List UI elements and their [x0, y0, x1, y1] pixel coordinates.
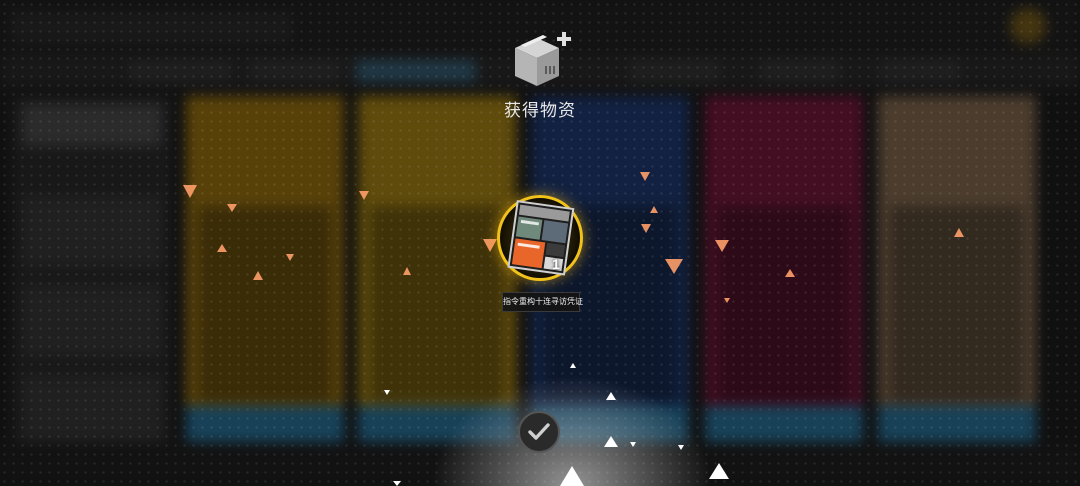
reward-screen: 获得物资 1 指令重构十连寻访凭证	[0, 0, 1080, 486]
particle	[954, 228, 964, 237]
particle	[665, 259, 683, 274]
particle	[709, 463, 729, 479]
particle	[483, 239, 497, 252]
particle	[606, 392, 616, 400]
particle	[393, 481, 401, 486]
particle	[724, 298, 730, 303]
confirm-button[interactable]	[518, 411, 560, 453]
voucher-magazine-icon	[507, 200, 575, 276]
particle	[384, 390, 390, 395]
particle	[217, 244, 227, 252]
particle	[286, 254, 294, 261]
checkmark-icon	[528, 423, 550, 440]
particle	[715, 240, 729, 252]
particle	[678, 445, 684, 450]
particle	[560, 466, 584, 486]
item-name-label: 指令重构十连寻访凭证	[502, 292, 583, 312]
particle	[403, 267, 411, 275]
reward-title: 获得物资	[504, 101, 576, 120]
particle	[183, 185, 197, 198]
particle	[640, 172, 650, 181]
particle	[641, 224, 651, 233]
particle	[570, 363, 576, 368]
item-quantity: 1	[552, 256, 560, 272]
particle	[785, 269, 795, 277]
particle	[604, 436, 618, 447]
particle	[630, 442, 636, 447]
package-plus-icon	[515, 32, 571, 86]
reward-header: 获得物资	[470, 30, 610, 120]
particle	[227, 204, 237, 212]
particle	[253, 271, 263, 280]
particle	[650, 206, 658, 213]
particle	[359, 191, 369, 200]
reward-item[interactable]	[497, 195, 583, 281]
